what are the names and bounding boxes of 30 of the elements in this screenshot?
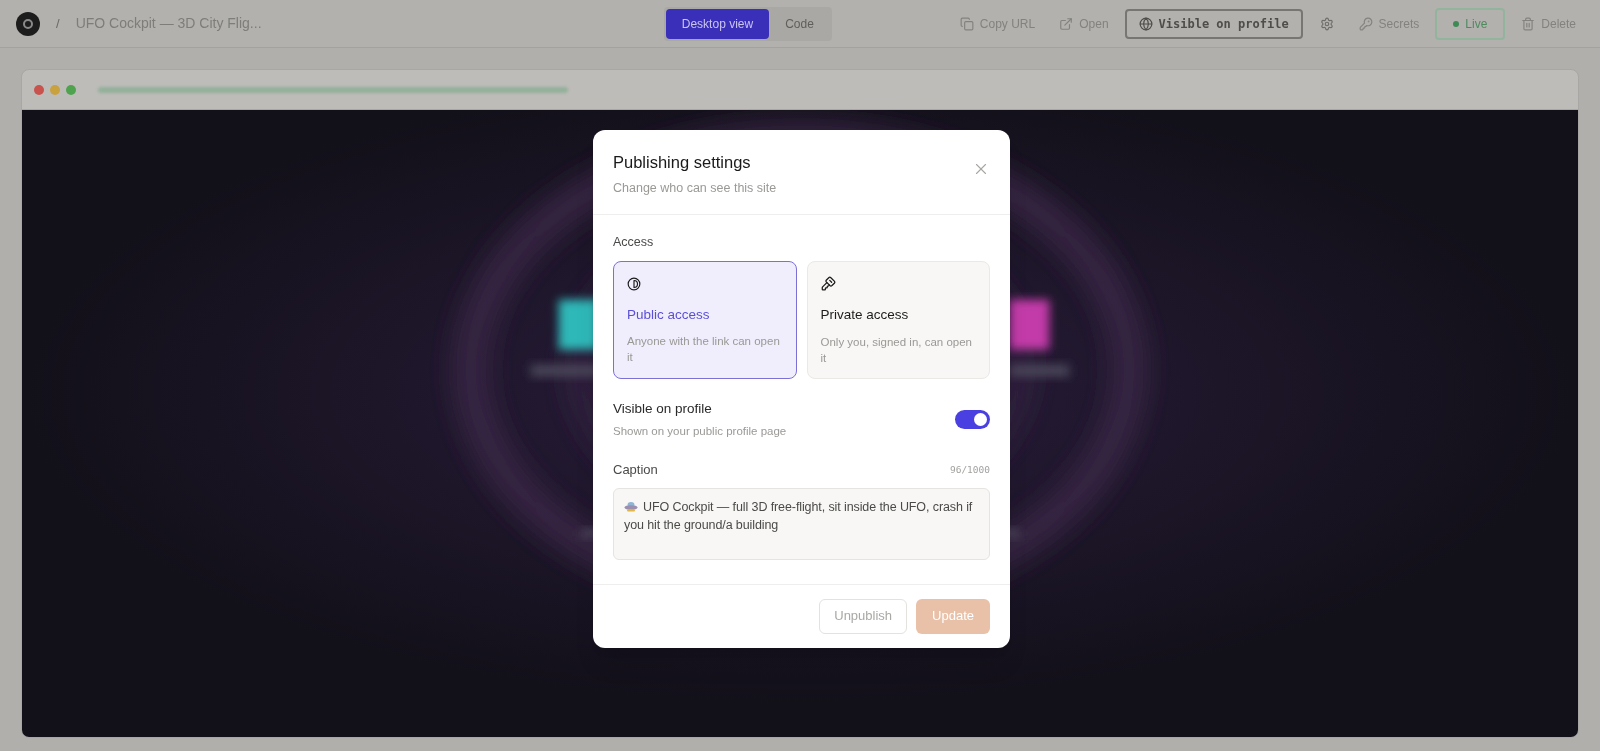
visibility-toggle[interactable] (955, 409, 990, 429)
option-description: Anyone with the link can open it (627, 334, 781, 365)
view-tab[interactable]: Code (769, 8, 830, 39)
option-title: Public access (627, 305, 711, 324)
option-description: Only you, signed in, can open it (820, 334, 974, 366)
caption-label: Caption (613, 461, 658, 479)
caption-field[interactable]: UFO Cockpit — full 3D free-flight, sit inside the UFO, crash if you hit the ground/a building (613, 487, 990, 560)
access-option-card[interactable]: Public access Anyone with the link can open it (613, 261, 797, 379)
copy-icon (959, 16, 974, 31)
breadcrumb-separator: / (56, 14, 60, 33)
globe-icon (1138, 16, 1153, 31)
toggle-label: Visible on profile (613, 399, 713, 418)
dialog-subtitle: Change who can see this site (613, 179, 777, 197)
key-icon (820, 276, 836, 292)
view-tab[interactable]: Desktop view (665, 8, 770, 39)
half-circle-icon (627, 276, 641, 291)
option-title: Private access (820, 306, 910, 325)
toggle-description: Shown on your public profile page (613, 423, 787, 439)
live-button[interactable]: Live (1435, 7, 1506, 40)
logo-icon (16, 11, 40, 36)
access-label: Access (613, 233, 655, 251)
trash-icon (1521, 16, 1536, 31)
character-counter: 96/1000 (949, 462, 990, 477)
ufo-icon (624, 499, 638, 512)
access-option-card[interactable]: Private access Only you, signed in, can open it (806, 261, 990, 379)
gear-icon (1319, 16, 1334, 31)
external-link-icon (1059, 16, 1074, 31)
dialog-title: Publishing settings (613, 152, 752, 173)
key-icon (1358, 16, 1373, 31)
profile-button[interactable]: Visible on profile (1124, 8, 1303, 39)
